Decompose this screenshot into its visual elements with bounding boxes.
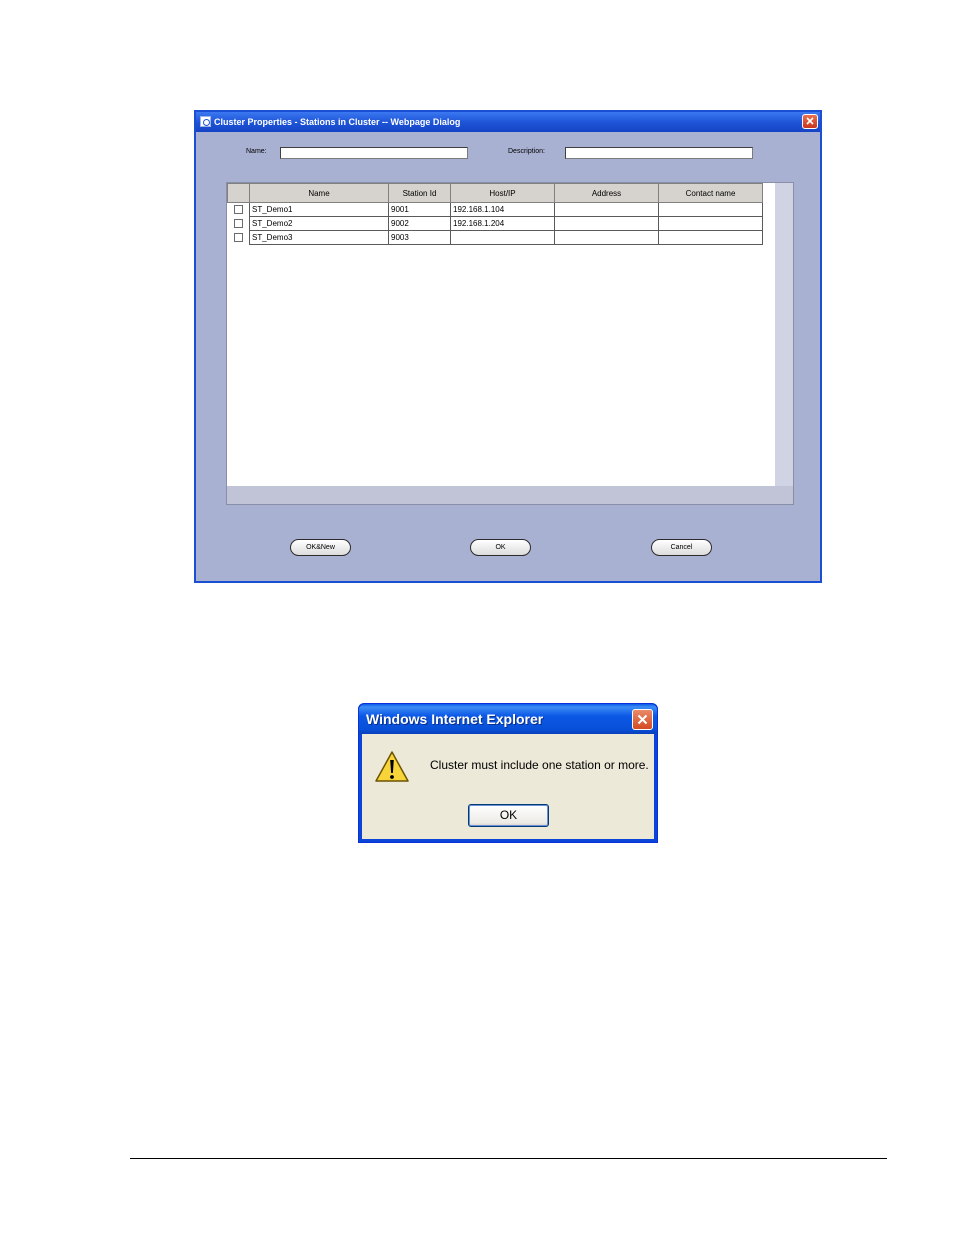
alert-close-button[interactable]: [632, 709, 653, 730]
column-header-station-id[interactable]: Station Id: [388, 183, 451, 203]
name-label: Name:: [246, 148, 267, 155]
station-address: [554, 216, 659, 231]
station-host: 192.168.1.104: [450, 202, 555, 217]
warning-icon: [375, 751, 409, 782]
row-checkbox[interactable]: [233, 205, 243, 215]
alert-title: Windows Internet Explorer: [366, 711, 544, 727]
cancel-button[interactable]: Cancel: [651, 539, 712, 556]
row-checkbox[interactable]: [233, 232, 243, 242]
select-column-header: [227, 183, 250, 203]
stations-table: Name Station Id Host/IP Address Contact …: [227, 183, 763, 245]
close-icon: [806, 117, 814, 125]
name-input[interactable]: [280, 147, 468, 159]
alert-ok-button[interactable]: OK: [468, 804, 549, 827]
ie-page-icon: [200, 116, 211, 127]
station-id: 9003: [388, 230, 451, 245]
column-header-address[interactable]: Address: [554, 183, 659, 203]
description-label: Description:: [508, 148, 545, 155]
station-name: ST_Demo2: [249, 216, 389, 231]
ok-button[interactable]: OK: [470, 539, 531, 556]
dialog-titlebar[interactable]: Cluster Properties - Stations in Cluster…: [196, 112, 820, 132]
footer-divider: [130, 1158, 887, 1159]
station-address: [554, 202, 659, 217]
station-contact: [658, 202, 763, 217]
horizontal-scrollbar[interactable]: [227, 486, 793, 504]
station-host: [450, 230, 555, 245]
station-host: 192.168.1.204: [450, 216, 555, 231]
close-button[interactable]: [802, 114, 818, 129]
table-row[interactable]: ST_Demo2 9002 192.168.1.204: [228, 216, 763, 231]
station-contact: [658, 230, 763, 245]
close-icon: [637, 714, 648, 725]
station-id: 9002: [388, 216, 451, 231]
stations-grid: Name Station Id Host/IP Address Contact …: [226, 182, 794, 505]
station-name: ST_Demo1: [249, 202, 389, 217]
station-id: 9001: [388, 202, 451, 217]
table-row[interactable]: ST_Demo1 9001 192.168.1.104: [228, 202, 763, 217]
column-header-host-ip[interactable]: Host/IP: [450, 183, 555, 203]
dialog-title: Cluster Properties - Stations in Cluster…: [214, 117, 461, 127]
ok-new-button[interactable]: OK&New: [290, 539, 351, 556]
station-contact: [658, 216, 763, 231]
table-header-row: Name Station Id Host/IP Address Contact …: [227, 183, 763, 203]
description-input[interactable]: [565, 147, 753, 159]
vertical-scrollbar[interactable]: [775, 183, 793, 486]
column-header-name[interactable]: Name: [249, 183, 389, 203]
alert-message: Cluster must include one station or more…: [430, 758, 649, 772]
table-row[interactable]: ST_Demo3 9003: [228, 230, 763, 245]
row-checkbox[interactable]: [233, 218, 243, 228]
station-address: [554, 230, 659, 245]
station-name: ST_Demo3: [249, 230, 389, 245]
stations-grid-area: Name Station Id Host/IP Address Contact …: [227, 183, 775, 486]
cluster-properties-dialog: Cluster Properties - Stations in Cluster…: [194, 110, 822, 583]
alert-body: Cluster must include one station or more…: [362, 734, 654, 839]
alert-dialog: Windows Internet Explorer Cluster must i…: [358, 703, 658, 843]
column-header-contact-name[interactable]: Contact name: [658, 183, 763, 203]
alert-titlebar[interactable]: Windows Internet Explorer: [359, 704, 657, 734]
